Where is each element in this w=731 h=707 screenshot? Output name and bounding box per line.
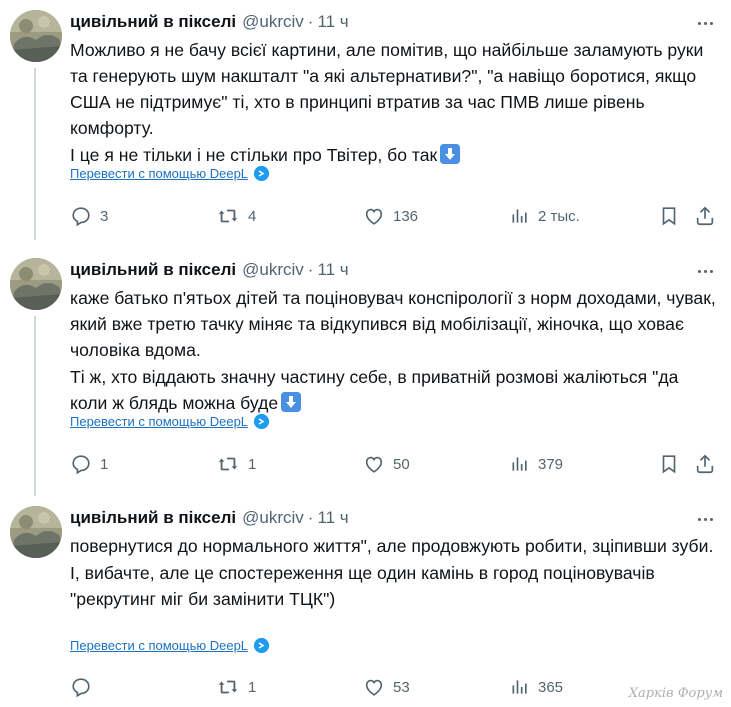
heart-icon <box>365 208 383 225</box>
tweet-paragraph-text: І це я не тільки і не стільки про Твітер… <box>70 145 438 165</box>
tweet-thread: цивільний в пікселі @ukrciv · 11 ч Можли… <box>0 0 731 707</box>
like-count: 136 <box>393 207 419 225</box>
reply-button[interactable]: 1 <box>70 452 108 476</box>
tweet-text: каже батько п'ятьох дітей та поціновувач… <box>70 285 720 416</box>
reply-icon <box>72 207 90 227</box>
analytics-icon <box>512 680 527 694</box>
author-handle[interactable]: @ukrciv <box>242 12 304 32</box>
avatar[interactable] <box>10 506 62 558</box>
views-count: 365 <box>538 678 564 696</box>
deepl-icon <box>254 414 270 429</box>
views-button[interactable]: 379 <box>510 452 563 476</box>
tweet-text: повернутися до нормального життя", але п… <box>70 533 720 612</box>
reply-icon <box>72 455 90 475</box>
repost-icon <box>218 209 238 223</box>
repost-count: 1 <box>248 678 257 696</box>
views-count: 379 <box>538 455 564 473</box>
bookmark-button[interactable] <box>658 204 688 228</box>
views-button[interactable]: 2 тыс. <box>510 204 580 228</box>
bookmark-icon <box>662 455 676 474</box>
reply-count: 3 <box>100 207 109 225</box>
down-arrow-emoji-icon <box>440 144 461 164</box>
author-handle[interactable]: @ukrciv <box>242 508 304 528</box>
repost-count: 1 <box>248 455 257 473</box>
separator-dot: · <box>307 12 314 31</box>
reply-count: 1 <box>100 455 109 473</box>
like-button[interactable]: 53 <box>363 675 410 699</box>
tweet-paragraph: каже батько п'ятьох дітей та поціновувач… <box>70 288 716 360</box>
repost-icon <box>218 457 238 471</box>
action-bar: 1 53 365 <box>70 675 720 699</box>
heart-icon <box>365 456 383 473</box>
action-bar: 3 4 136 2 тыс. <box>70 204 720 228</box>
timestamp[interactable]: 11 ч <box>317 12 348 32</box>
share-icon <box>696 206 714 226</box>
more-options-icon[interactable] <box>693 510 717 528</box>
share-icon <box>696 454 714 474</box>
separator-dot: · <box>307 260 314 279</box>
repost-icon <box>218 680 238 694</box>
share-button[interactable] <box>694 204 724 228</box>
tweet-2[interactable]: цивільний в пікселі @ukrciv · 11 ч каже … <box>0 258 731 496</box>
translate-link[interactable]: Перевести с помощью DeepL <box>70 638 270 653</box>
more-options-icon[interactable] <box>693 14 717 32</box>
repost-button[interactable]: 4 <box>216 204 256 228</box>
bookmark-button[interactable] <box>658 452 688 476</box>
tweet-paragraph: повернутися до нормального життя", але п… <box>70 536 714 556</box>
translate-label[interactable]: Перевести с помощью DeepL <box>70 414 248 429</box>
translate-label[interactable]: Перевести с помощью DeepL <box>70 166 248 181</box>
translate-label[interactable]: Перевести с помощью DeepL <box>70 638 248 653</box>
tweet-1[interactable]: цивільний в пікселі @ukrciv · 11 ч Можли… <box>0 10 731 242</box>
tweet-paragraph: Можливо я не бачу всієї картини, але пом… <box>70 40 704 138</box>
author-name[interactable]: цивільний в пікселі <box>70 12 236 32</box>
avatar[interactable] <box>10 258 62 310</box>
repost-button[interactable]: 1 <box>216 675 256 699</box>
tweet-header: цивільний в пікселі @ukrciv · 11 ч <box>70 258 349 282</box>
like-button[interactable]: 136 <box>363 204 418 228</box>
bookmark-icon <box>662 207 676 226</box>
author-name[interactable]: цивільний в пікселі <box>70 508 236 528</box>
action-bar: 1 1 50 379 <box>70 452 720 476</box>
tweet-paragraph-with-emoji: І це я не тільки і не стільки про Твітер… <box>70 142 720 168</box>
reply-button[interactable] <box>70 675 100 699</box>
thread-connector <box>34 68 36 240</box>
repost-count: 4 <box>248 207 257 225</box>
heart-icon <box>365 679 383 696</box>
views-count: 2 тыс. <box>538 207 580 225</box>
tweet-paragraph-text: Ті ж, хто віддають значну частину себе, … <box>70 367 679 413</box>
reply-button[interactable]: 3 <box>70 204 108 228</box>
tweet-text: Можливо я не бачу всієї картини, але пом… <box>70 37 720 168</box>
timestamp[interactable]: 11 ч <box>317 508 348 528</box>
author-handle[interactable]: @ukrciv <box>242 260 304 280</box>
share-button[interactable] <box>694 452 724 476</box>
tweet-paragraph: І, вибачте, але це спостереження ще один… <box>70 563 655 609</box>
like-count: 53 <box>393 678 410 696</box>
analytics-icon <box>512 209 527 223</box>
like-button[interactable]: 50 <box>363 452 410 476</box>
tweet-paragraph-with-emoji: Ті ж, хто віддають значну частину себе, … <box>70 364 720 416</box>
tweet-header: цивільний в пікселі @ukrciv · 11 ч <box>70 506 349 530</box>
translate-link[interactable]: Перевести с помощью DeepL <box>70 166 270 181</box>
timestamp[interactable]: 11 ч <box>317 260 348 280</box>
watermark: Харків Форум <box>628 686 723 701</box>
more-options-icon[interactable] <box>693 262 717 280</box>
analytics-icon <box>512 457 527 471</box>
thread-connector <box>34 316 36 496</box>
tweet-3[interactable]: цивільний в пікселі @ukrciv · 11 ч повер… <box>0 506 731 706</box>
down-arrow-emoji-icon <box>281 392 302 412</box>
author-name[interactable]: цивільний в пікселі <box>70 260 236 280</box>
separator-dot: · <box>307 508 314 527</box>
reply-icon <box>72 678 90 698</box>
deepl-icon <box>254 638 270 653</box>
deepl-icon <box>254 166 270 181</box>
avatar[interactable] <box>10 10 62 62</box>
like-count: 50 <box>393 455 410 473</box>
repost-button[interactable]: 1 <box>216 452 256 476</box>
translate-link[interactable]: Перевести с помощью DeepL <box>70 414 270 429</box>
views-button[interactable]: 365 <box>510 675 563 699</box>
tweet-header: цивільний в пікселі @ukrciv · 11 ч <box>70 10 349 34</box>
